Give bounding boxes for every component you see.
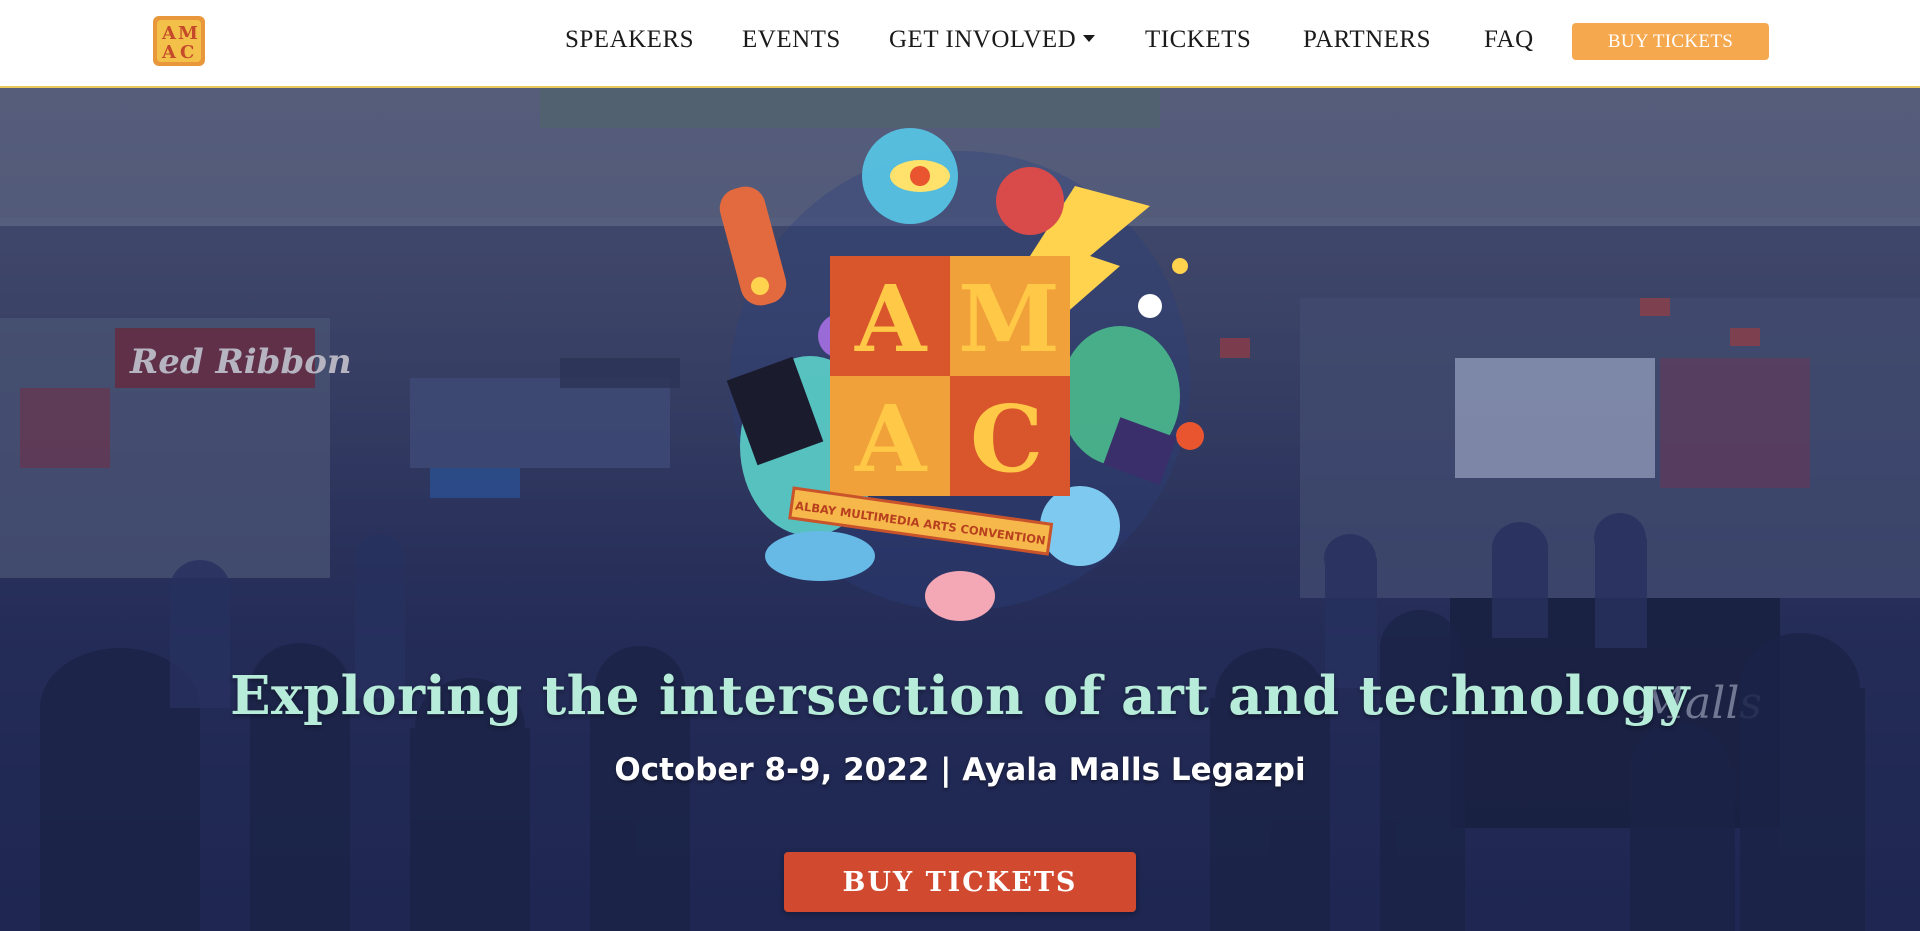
amac-logo[interactable]: A M A C (149, 10, 211, 72)
hero-headline: Exploring the intersection of art and te… (230, 665, 1690, 727)
nav-partners[interactable]: PARTNERS (1303, 26, 1431, 54)
svg-text:M: M (178, 23, 198, 44)
svg-text:C: C (180, 42, 194, 63)
nav-buy-tickets-button[interactable]: BUY TICKETS (1572, 23, 1769, 60)
hero-section: Red Ribbon Malls A M A C ALBAY MULTIMEDI… (0, 88, 1920, 931)
svg-text:A: A (161, 42, 177, 63)
nav-faq[interactable]: FAQ (1484, 26, 1534, 54)
svg-text:A: A (161, 23, 177, 44)
hero-buy-tickets-button[interactable]: BUY TICKETS (784, 852, 1136, 912)
svg-text:A: A (854, 265, 928, 373)
svg-text:A: A (854, 385, 928, 493)
nav-get-involved[interactable]: GET INVOLVED (889, 26, 1096, 54)
nav-speakers[interactable]: SPEAKERS (565, 26, 694, 54)
nav-get-involved-label: GET INVOLVED (889, 26, 1077, 53)
nav-tickets[interactable]: TICKETS (1145, 26, 1251, 54)
dropdown-caret-icon (1083, 34, 1096, 42)
amac-emblem-illustration: A M A C ALBAY MULTIMEDIA ARTS CONVENTION (719, 128, 1204, 621)
svg-text:M: M (958, 265, 1060, 373)
emblem-letter-blocks: A M A C (830, 256, 1070, 496)
svg-text:C: C (970, 385, 1043, 493)
top-navbar: A M A C SPEAKERS EVENTS GET INVOLVED TIC… (0, 0, 1920, 88)
hero-date-venue: October 8-9, 2022 | Ayala Malls Legazpi (614, 752, 1306, 788)
nav-events[interactable]: EVENTS (742, 26, 841, 54)
